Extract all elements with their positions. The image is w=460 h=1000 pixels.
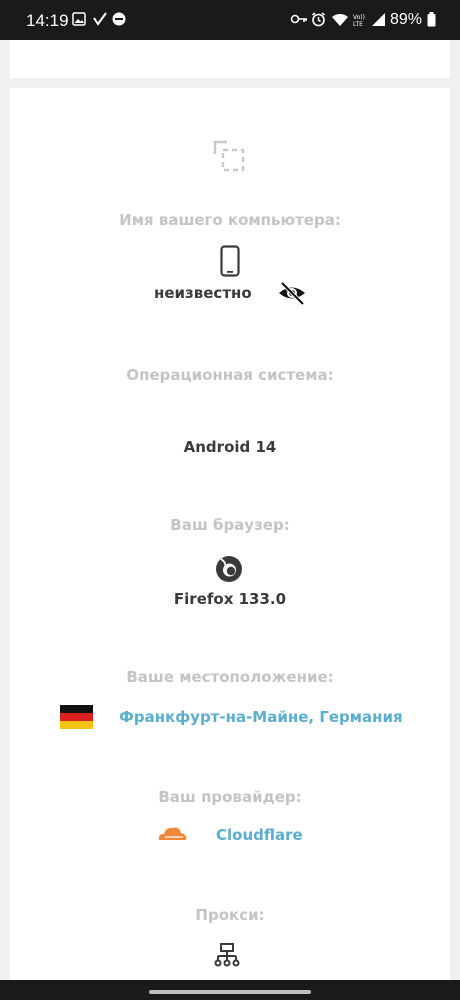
- gallery-icon: [72, 12, 86, 26]
- provider-label: Ваш провайдер:: [158, 788, 302, 806]
- wifi-icon: [332, 13, 348, 26]
- browser-value: Firefox 133.0: [173, 590, 287, 608]
- os-label: Операционная система:: [126, 366, 334, 384]
- status-time: 14:19: [26, 11, 69, 30]
- cloudflare-icon: [158, 827, 187, 840]
- svg-text:Vo)): Vo)): [353, 14, 365, 21]
- eye-slash-icon[interactable]: [277, 281, 307, 305]
- check-icon: [93, 12, 107, 26]
- os-value: Android 14: [183, 438, 277, 456]
- status-bar: 14:19 Vo)) LTE 89%: [0, 0, 460, 40]
- provider-value[interactable]: Cloudflare: [216, 826, 303, 844]
- home-gesture-handle[interactable]: [149, 990, 311, 994]
- computer-name-label: Имя вашего компьютера:: [119, 211, 341, 229]
- firefox-icon: [216, 556, 242, 582]
- top-card: [10, 40, 450, 78]
- copy-icon[interactable]: [212, 139, 246, 173]
- smartphone-icon: [220, 245, 240, 277]
- do-not-disturb-icon: [112, 12, 126, 26]
- proxy-label: Прокси:: [195, 906, 265, 924]
- battery-icon: [427, 12, 436, 27]
- browser-label: Ваш браузер:: [170, 516, 290, 534]
- location-value[interactable]: Франкфурт-на-Майне, Германия: [119, 708, 403, 726]
- location-label: Ваше местоположение:: [126, 668, 334, 686]
- germany-flag-icon: [60, 705, 93, 729]
- vpn-key-icon: [290, 14, 307, 24]
- svg-text:LTE: LTE: [353, 21, 363, 28]
- computer-name-value: неизвестно: [154, 284, 252, 302]
- network-icon: [214, 943, 240, 967]
- battery-percent: 89%: [390, 11, 423, 28]
- volte-icon: Vo)) LTE: [353, 14, 365, 28]
- signal-icon: [372, 13, 385, 26]
- alarm-icon: [312, 12, 325, 27]
